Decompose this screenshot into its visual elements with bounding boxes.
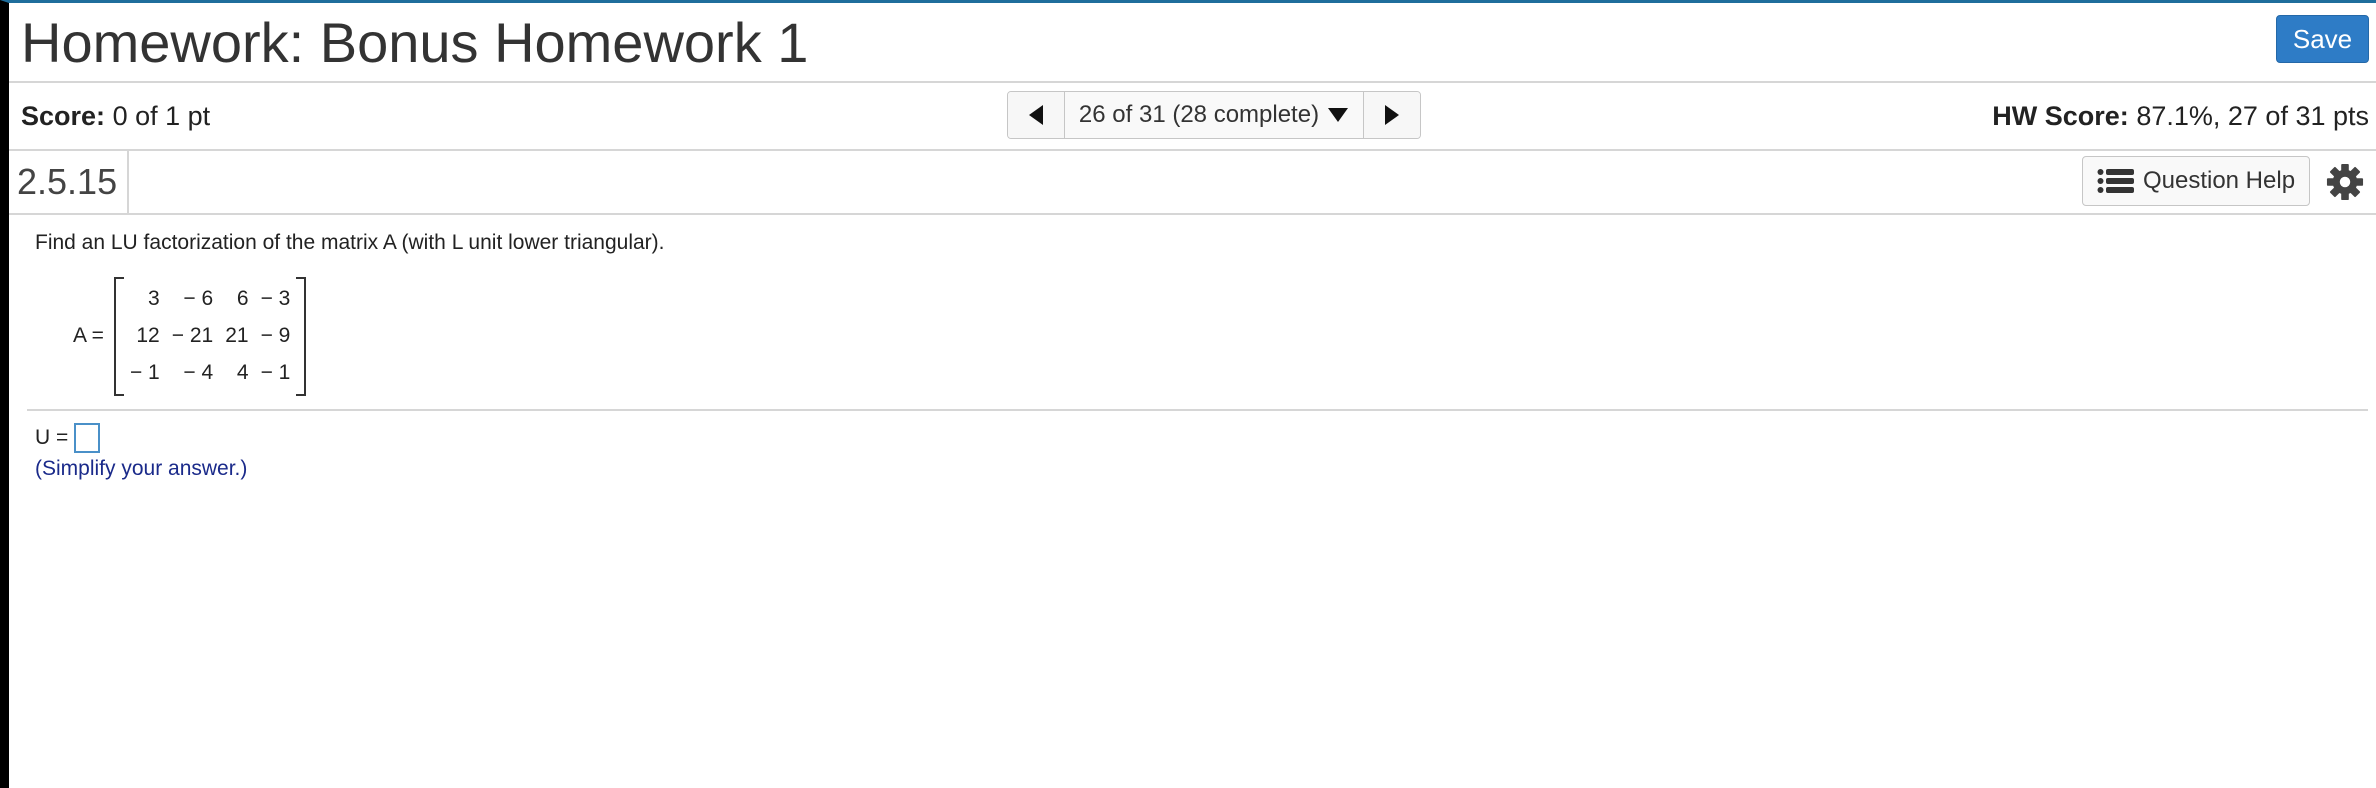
gear-icon[interactable] [2326, 163, 2364, 201]
matrix-cell: 6 [236, 287, 249, 310]
answer-hint: (Simplify your answer.) [35, 457, 248, 480]
question-score: Score: 0 of 1 pt [21, 101, 210, 132]
caret-down-icon [1328, 108, 1349, 122]
question-selector-dropdown[interactable]: 26 of 31 (28 complete) [1065, 92, 1363, 138]
question-navigator: 26 of 31 (28 complete) [1007, 91, 1421, 139]
question-position: 26 of 31 (28 complete) [1078, 101, 1320, 128]
matrix-row: 3 − 6 6 − 3 [124, 281, 296, 318]
question-help-label: Question Help [2142, 167, 2296, 194]
question-bar: 2.5.15 Question Help [9, 151, 2376, 215]
matrix-cell: 3 [148, 287, 160, 310]
app-window: Homework: Bonus Homework 1 Save Score: 0… [0, 0, 2376, 788]
score-value: 0 of 1 pt [112, 101, 211, 131]
answer-input-u[interactable] [74, 423, 101, 453]
hw-score-label: HW Score: [1992, 101, 2129, 131]
question-help-button[interactable]: Question Help [2082, 156, 2310, 206]
matrix-cell: − 4 [183, 361, 214, 384]
matrix-cell: − 1 [129, 361, 160, 384]
header: Homework: Bonus Homework 1 Save [9, 3, 2376, 83]
previous-question-button[interactable] [1008, 92, 1065, 138]
save-button[interactable]: Save [2276, 15, 2369, 63]
matrix-cell: 4 [236, 361, 249, 384]
matrix-label: A = [73, 324, 104, 347]
matrix-cell: − 21 [171, 324, 214, 347]
matrix-cell: 12 [136, 324, 160, 347]
list-icon [2097, 169, 2134, 193]
hw-score-value: 87.1%, 27 of 31 pts [2136, 101, 2369, 131]
matrix-display: A = 3 − 6 6 − 3 12 − 21 21 − 9 − 1 − 4 4… [73, 276, 307, 396]
matrix-cell: − 3 [260, 287, 291, 310]
matrix-row: − 1 − 4 4 − 1 [124, 355, 296, 392]
homework-score: HW Score: 87.1%, 27 of 31 pts [1992, 101, 2369, 132]
next-question-button[interactable] [1363, 92, 1420, 138]
matrix-cell: − 9 [260, 324, 291, 347]
matrix-cell: − 6 [183, 287, 214, 310]
question-instruction: Find an LU factorization of the matrix A… [35, 231, 665, 254]
answer-row: U = [35, 423, 101, 453]
triangle-left-icon [1029, 105, 1043, 125]
score-label: Score: [21, 101, 106, 131]
triangle-right-icon [1385, 105, 1399, 125]
answer-label: U = [35, 426, 69, 449]
page-title: Homework: Bonus Homework 1 [21, 11, 809, 74]
question-number: 2.5.15 [9, 151, 129, 213]
divider [27, 409, 2368, 411]
matrix-a: 3 − 6 6 − 3 12 − 21 21 − 9 − 1 − 4 4 − 1 [113, 276, 307, 396]
matrix-cell: − 1 [260, 361, 291, 384]
matrix-row: 12 − 21 21 − 9 [124, 318, 296, 355]
score-bar: Score: 0 of 1 pt 26 of 31 (28 complete) … [9, 83, 2376, 151]
matrix-cell: 21 [225, 324, 249, 347]
